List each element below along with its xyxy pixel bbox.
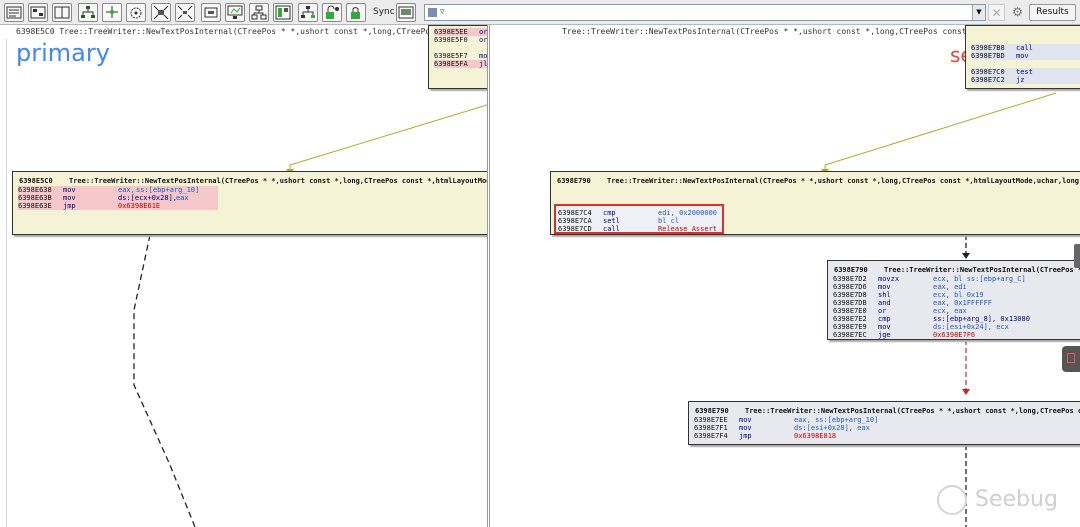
- flat-graph-icon-button[interactable]: [4, 3, 24, 22]
- layout-icon-button[interactable]: [52, 3, 72, 22]
- function-icon: [428, 8, 437, 17]
- toolbar: Sync ▿ ▼ ✕ ⚙ Results: [0, 0, 1080, 25]
- graph-view-icon-button[interactable]: [225, 3, 245, 22]
- proximity-browse-icon-button[interactable]: [298, 3, 318, 22]
- primary-basic-block[interactable]: 6398E5C0 Tree::TreeWriter::NewTextPosInte…: [12, 171, 488, 235]
- table-row: 6398E5EE or: [434, 28, 487, 36]
- clear-icon-button[interactable]: ✕: [988, 4, 1005, 21]
- gear-icon[interactable]: ⚙: [1009, 4, 1026, 21]
- seebug-logo-icon: [937, 485, 967, 515]
- edge-arrow-olive: [824, 92, 1057, 171]
- call-graph-icon-button[interactable]: [28, 3, 48, 22]
- block-header: 6398E790 Tree::TreeWriter::NewTextPosInte…: [695, 407, 1080, 415]
- watermark-text: Seebug: [975, 487, 1058, 512]
- table-row: 6398E5F0 or: [434, 36, 488, 44]
- edge-arrow-olive: [289, 104, 487, 171]
- table-row: 6398E5FA jl: [434, 60, 487, 68]
- edge-dashed: [133, 234, 196, 527]
- zoom-selected-icon-button[interactable]: [201, 3, 221, 22]
- side-scroll-handle[interactable]: [1074, 244, 1080, 268]
- chevron-down-icon[interactable]: ▼: [972, 5, 985, 20]
- block-header: 6398E790 Tree::TreeWriter::NewTextPosInte…: [557, 177, 1080, 185]
- lock-sync-icon-button[interactable]: [346, 3, 366, 22]
- function-search-combo[interactable]: ▿ ▼: [424, 4, 986, 21]
- arrow-head-icon: [962, 389, 970, 395]
- panel-toggle-icon-button[interactable]: [273, 3, 293, 22]
- secondary-mini-block[interactable]: 6398E7B8 call 6398E7BD mov 6398E7C0 test 63…: [965, 25, 1080, 89]
- table-row: 6398E5F7 mo: [434, 52, 488, 60]
- block-header: 6398E790 Tree::TreeWriter::NewTextPosInte…: [834, 266, 1080, 274]
- secondary-basic-block-1[interactable]: 6398E790 Tree::TreeWriter::NewTextPosInte…: [550, 171, 1080, 235]
- unlock-sync-icon-button[interactable]: [322, 3, 342, 22]
- sync-label: Sync: [373, 7, 395, 17]
- table-row: 6398E7BD mov: [971, 52, 1080, 60]
- table-row: 6398E7B8 call: [971, 44, 1080, 52]
- fit-content-icon-button[interactable]: [151, 3, 171, 22]
- zoom-fit-icon-button[interactable]: [175, 3, 195, 22]
- circular-layout-icon-button[interactable]: [126, 3, 146, 22]
- table-row: 6398E7C2 jz: [971, 76, 1080, 84]
- table-row: 6398E63B mov ds:[ecx+0x28], eax: [18, 194, 218, 202]
- trash-icon[interactable]: [1062, 346, 1080, 372]
- table-row: 6398E7C0 test: [971, 68, 1080, 76]
- hierarchical-layout-icon-button[interactable]: [78, 3, 98, 22]
- table-row: 6398E638 mov eax, ss:[ebp+arg_10]: [18, 186, 218, 194]
- sync-toggle-icon-button[interactable]: [396, 3, 416, 22]
- primary-mini-block[interactable]: 6398E5EE or 6398E5F0 or 6398E5F7 mo 6398E5F…: [428, 25, 488, 89]
- tree-view-icon-button[interactable]: [249, 3, 269, 22]
- arrow-head-icon: [962, 253, 970, 259]
- results-button[interactable]: Results: [1029, 4, 1076, 21]
- table-row: 6398E63E jmp 0x6398E61E: [18, 202, 218, 210]
- block-header: 6398E5C0 Tree::TreeWriter::NewTextPosInte…: [19, 177, 488, 185]
- highlighted-instruction-box: 6398E7C4 cmp edi, 0x2000000 6398E7CA setl bl…: [554, 204, 724, 234]
- secondary-basic-block-2[interactable]: 6398E790 Tree::TreeWriter::NewTextPosInte…: [827, 260, 1080, 340]
- primary-edges: [133, 104, 487, 527]
- primary-graph-pane[interactable]: 6398E5C0 Tree::TreeWriter::NewTextPosInt…: [0, 25, 488, 527]
- function-search-value: ▿: [440, 7, 445, 17]
- orthogonal-layout-icon-button[interactable]: [102, 3, 122, 22]
- secondary-basic-block-3[interactable]: 6398E790 Tree::TreeWriter::NewTextPosInte…: [688, 401, 1080, 445]
- watermark: Seebug: [933, 481, 1078, 521]
- secondary-graph-pane[interactable]: Tree::TreeWriter::NewTextPosInternal(CTr…: [489, 25, 1080, 527]
